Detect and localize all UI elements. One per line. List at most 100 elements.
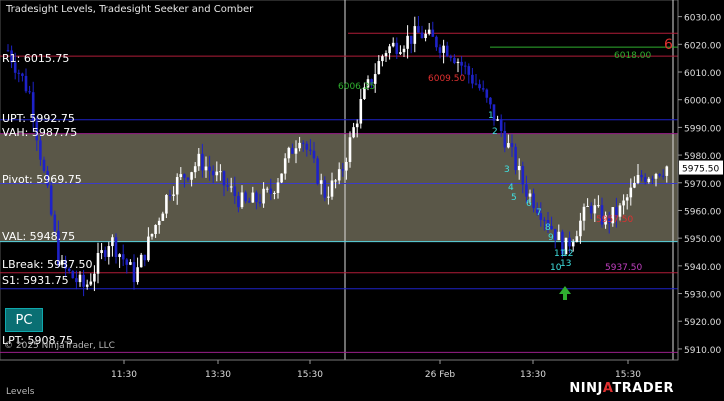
chart-title: Tradesight Levels, Tradesight Seeker and… — [6, 4, 254, 15]
price-tick-label: 5930.00 — [684, 291, 721, 301]
candle-body — [301, 142, 305, 144]
candle-body — [525, 184, 528, 197]
candle-body — [78, 274, 82, 283]
candle-body — [323, 180, 327, 198]
candle-body — [409, 35, 413, 44]
candle-body — [643, 177, 647, 182]
candle-body — [93, 273, 96, 282]
candle-body — [622, 200, 625, 206]
candle-body — [82, 274, 85, 287]
candle-body — [597, 205, 600, 207]
candle-body — [283, 158, 287, 174]
candle-body — [438, 47, 442, 53]
annotation-label: 5957.50 — [596, 215, 633, 225]
candle-body — [467, 66, 471, 75]
candle-body — [319, 180, 323, 184]
candle-body — [157, 220, 161, 225]
candle-body — [100, 250, 103, 254]
candle-body — [247, 201, 251, 203]
candle-body — [89, 281, 93, 285]
candle-body — [391, 42, 395, 47]
annotation-label: 6 — [526, 199, 532, 209]
candle-body — [665, 166, 669, 176]
candle-body — [481, 88, 485, 90]
annotation-label: 3 — [504, 165, 510, 175]
candle-body — [575, 236, 579, 243]
time-tick-label: 26 Feb — [425, 370, 456, 380]
candle-body — [442, 45, 445, 53]
candle-body — [485, 89, 489, 98]
time-tick-label: 15:30 — [615, 370, 641, 380]
candle-body — [445, 45, 449, 57]
annotation-label: 6006.25 — [338, 82, 375, 92]
candle-body — [341, 169, 345, 171]
candle-body — [625, 197, 629, 201]
candle-body — [528, 193, 532, 197]
candle-body — [71, 271, 75, 279]
candle-body — [647, 178, 651, 182]
candle-body — [460, 61, 463, 66]
candle-body — [129, 262, 132, 265]
candle-body — [258, 202, 262, 204]
candle-body — [327, 196, 330, 198]
candle-body — [175, 177, 179, 195]
price-chart[interactable]: R1: 6015.75 UPT: 5992.75VAH: 5987.75 Pivot… — [0, 0, 724, 401]
candle-body — [633, 182, 636, 188]
candle-body — [204, 166, 208, 171]
candle-body — [507, 143, 510, 148]
candle-body — [262, 188, 265, 204]
candle-body — [337, 169, 341, 181]
candle-body — [168, 195, 172, 197]
candle-body — [489, 97, 492, 105]
candle-body — [661, 175, 665, 177]
candle-body — [413, 26, 417, 44]
candle-body — [197, 153, 201, 167]
tab-levels[interactable]: Levels — [6, 387, 34, 397]
candle-body — [222, 171, 226, 186]
price-tick-label: 5950.00 — [684, 235, 721, 245]
candle-body — [251, 192, 255, 203]
candle-body — [211, 170, 215, 176]
annotation-label: 6009.50 — [428, 74, 465, 84]
price-tick-label: 6030.00 — [684, 14, 721, 24]
candle-body — [125, 259, 129, 265]
level-label: S1: 5931.75 — [2, 274, 69, 287]
candle-body — [280, 173, 283, 183]
candle-body — [499, 119, 503, 131]
candle-body — [273, 192, 276, 194]
candle-body — [229, 186, 233, 188]
candle-body — [287, 147, 291, 159]
candle-body — [154, 224, 157, 234]
candle-body — [654, 174, 658, 179]
candle-body — [111, 237, 114, 247]
candle-body — [208, 166, 211, 171]
candle-body — [298, 142, 301, 149]
time-tick-label: 13:30 — [205, 370, 231, 380]
annotation-label: 12 — [562, 249, 573, 259]
candle-body — [651, 178, 654, 180]
price-tick-label: 5990.00 — [684, 124, 721, 134]
candle-body — [53, 214, 57, 231]
candle-body — [355, 123, 359, 128]
price-tick-label: 5920.00 — [684, 318, 721, 328]
candle-body — [96, 253, 100, 274]
candle-body — [161, 213, 165, 221]
candle-body — [244, 192, 247, 202]
candle-body — [186, 177, 190, 180]
candle-body — [143, 254, 147, 261]
candle-body — [427, 29, 431, 34]
candle-body — [435, 36, 438, 48]
candle-body — [348, 137, 352, 162]
candle-body — [359, 99, 363, 124]
candle-body — [384, 53, 388, 57]
price-tick-label: 6000.00 — [684, 97, 721, 107]
candle-body — [377, 61, 381, 75]
candle-body — [521, 165, 525, 185]
pc-button[interactable]: PC — [5, 308, 43, 332]
value-area — [0, 133, 678, 242]
price-tick-label: 6010.00 — [684, 69, 721, 79]
copyright-text: © 2025 NinjaTrader, LLC — [4, 341, 115, 351]
candle-body — [269, 188, 273, 194]
annotation-label: 7 — [536, 208, 542, 218]
candle-body — [294, 148, 298, 154]
